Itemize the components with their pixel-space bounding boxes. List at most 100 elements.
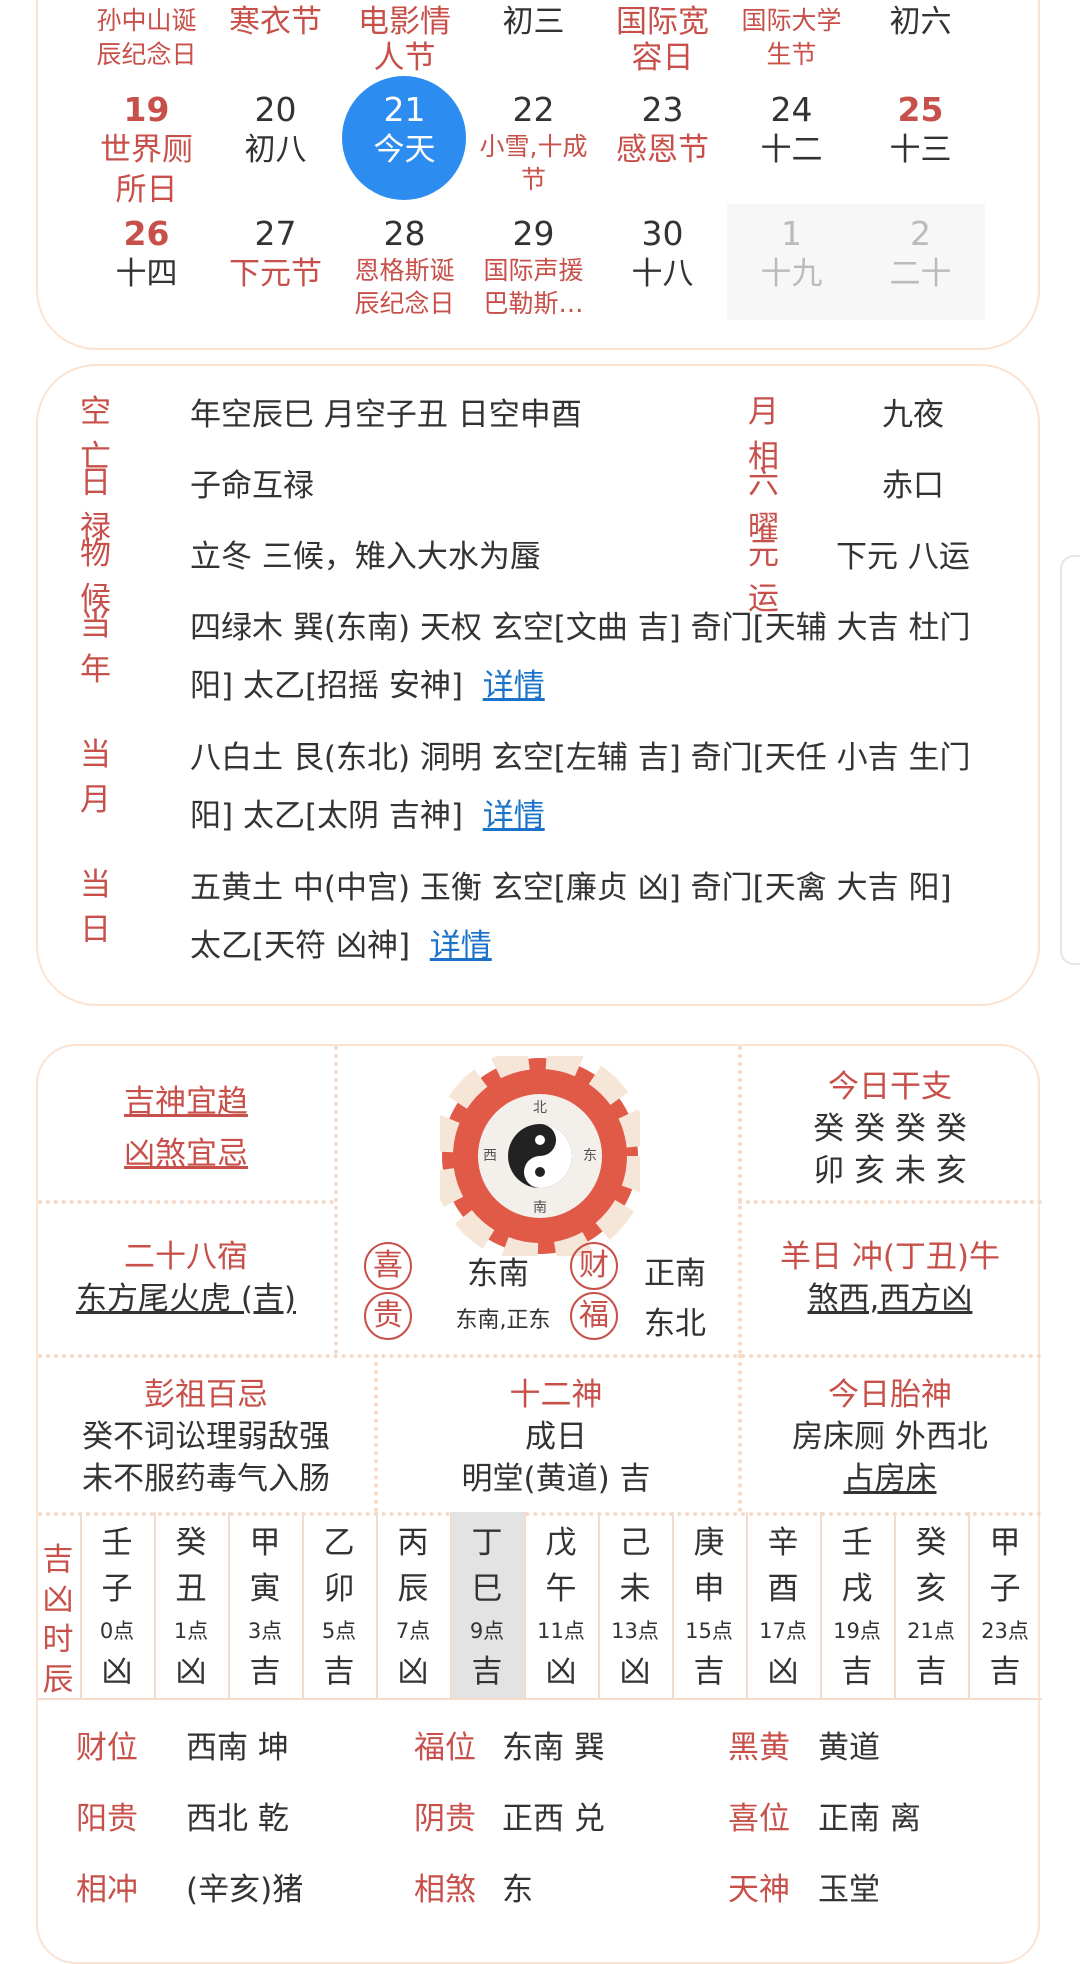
calendar-day-cell[interactable]: 初三	[469, 4, 598, 40]
shier-line1: 成日	[525, 1419, 587, 1455]
calendar-day-cell[interactable]: 1 十九	[727, 204, 856, 320]
hour-cell[interactable]: 丁巳 9点吉	[450, 1512, 524, 1698]
hour-time: 0点	[99, 1619, 135, 1643]
xiangsha-label: 相煞	[414, 1872, 476, 1908]
hour-luck: 吉	[915, 1654, 947, 1690]
calendar-day-lunar: 初八	[244, 132, 307, 168]
year-detail-link[interactable]: 详情	[483, 668, 545, 704]
calendar-day-cell[interactable]: 23 感恩节	[598, 80, 727, 196]
sha-value[interactable]: 煞西,西方凶	[738, 1278, 1042, 1320]
calendar-day-today[interactable]: 21 今天	[340, 76, 469, 200]
calendar-day-cell[interactable]: 2 二十	[856, 204, 985, 320]
hour-luck: 凶	[397, 1654, 429, 1690]
hour-time: 13点	[611, 1619, 659, 1643]
gui-seal-icon: 贵	[364, 1292, 412, 1340]
hour-luck: 凶	[175, 1654, 207, 1690]
fu-seal-icon: 福	[570, 1292, 618, 1340]
calendar-day-lunar: 十四	[115, 256, 178, 292]
hour-gan: 甲	[249, 1525, 281, 1561]
hour-luck: 凶	[619, 1654, 651, 1690]
hour-cell[interactable]: 甲子 23点吉	[968, 1512, 1042, 1698]
calendar-day-lunar: 感恩节	[616, 132, 709, 168]
year-value: 四绿木 巽(东南) 天权 玄空[文曲 吉] 奇门[天辅 大吉 杜门 阳] 太乙[招…	[190, 599, 1020, 715]
hour-cell[interactable]: 癸丑 1点凶	[154, 1512, 228, 1698]
hour-cell[interactable]: 壬子 0点凶	[80, 1512, 154, 1698]
calendar-day-lunar: 国际宽	[616, 4, 709, 40]
calendar-day-cell[interactable]: 29 国际声援 巴勒斯…	[469, 204, 598, 320]
calendar-day-lunar: 十三	[889, 132, 952, 168]
ganzhi-cell: 今日干支 癸 癸 癸 癸 卯 亥 未 亥	[738, 1066, 1042, 1192]
calendar-day-cell[interactable]: 25 十三	[856, 80, 985, 196]
calendar-day-cell[interactable]: 初六	[856, 4, 985, 40]
hour-luck: 凶	[101, 1654, 133, 1690]
hour-cell[interactable]: 甲寅 3点吉	[228, 1512, 302, 1698]
calendar-day-cell[interactable]: 26 十四	[82, 204, 211, 320]
hour-cell[interactable]: 乙卯 5点吉	[302, 1512, 376, 1698]
yuanyun-value: 下元 八运	[836, 539, 970, 575]
calendar-day-lunar: 生节	[766, 40, 817, 69]
hour-time: 3点	[247, 1619, 283, 1643]
day-label: 当日	[80, 867, 111, 948]
calendar-day-cell[interactable]: 电影情 人节	[340, 4, 469, 76]
hour-zhi: 丑	[175, 1571, 207, 1607]
calendar-day-cell[interactable]: 国际宽 容日	[598, 4, 727, 76]
calendar-day-cell[interactable]: 国际大学 生节	[727, 4, 856, 72]
hour-cell[interactable]: 戊午 11点凶	[524, 1512, 598, 1698]
calendar-day-lunar: 小雪,十成	[479, 132, 588, 161]
hour-cell[interactable]: 丙辰 7点凶	[376, 1512, 450, 1698]
hour-luck: 凶	[545, 1654, 577, 1690]
xiu-value[interactable]: 东方尾火虎 (吉)	[38, 1278, 334, 1320]
hour-cell[interactable]: 庚申 15点吉	[672, 1512, 746, 1698]
calendar-day-lunar: 国际声援	[483, 256, 584, 285]
calendar-day-lunar: 容日	[631, 40, 694, 76]
chongsha-cell: 羊日 冲(丁丑)牛 煞西,西方凶	[738, 1236, 1042, 1320]
heihuang-value: 黄道	[818, 1730, 880, 1766]
hours-label-char: 时	[42, 1622, 74, 1658]
hour-separator	[820, 1512, 822, 1698]
month-value-line2: 阳] 太乙[太阴 吉神]	[190, 798, 463, 834]
calendar-day-cell[interactable]: 寒衣节	[211, 4, 340, 40]
fu-direction: 东北	[644, 1306, 706, 1342]
calendar-day-cell[interactable]: 19 世界厕 所日	[82, 80, 211, 208]
calendar-day-cell[interactable]: 22 小雪,十成节	[469, 80, 598, 196]
hour-cell[interactable]: 癸亥 21点吉	[894, 1512, 968, 1698]
hour-time: 15点	[685, 1619, 733, 1643]
bagua-compass-icon[interactable]: 北 南 西 东	[431, 1047, 649, 1265]
calendar-day-number: 25	[897, 90, 944, 129]
svg-text:东: 东	[583, 1148, 597, 1164]
hour-gan: 壬	[101, 1525, 133, 1561]
shier-title: 十二神	[509, 1377, 603, 1413]
taishen-line2[interactable]: 占房床	[738, 1458, 1042, 1500]
hour-time: 21点	[907, 1619, 955, 1643]
hour-separator	[968, 1512, 970, 1698]
xiongsha-link[interactable]: 凶煞宜忌	[38, 1128, 334, 1180]
taishen-line1: 房床厕 外西北	[792, 1419, 988, 1455]
calendar-day-cell[interactable]: 20 初八	[211, 80, 340, 196]
calendar-day-cell[interactable]: 28 恩格斯诞 辰纪念日	[340, 204, 469, 320]
day-detail-link[interactable]: 详情	[430, 928, 492, 964]
calendar-day-cell[interactable]: 孙中山诞 辰纪念日	[82, 4, 211, 72]
hour-cell[interactable]: 壬戌 19点吉	[820, 1512, 894, 1698]
calendar-day-cell[interactable]: 30 十八	[598, 204, 727, 320]
hours-label-char: 辰	[42, 1662, 74, 1698]
jishen-link[interactable]: 吉神宜趋	[38, 1076, 334, 1128]
hour-gan: 壬	[841, 1525, 873, 1561]
calendar-day-lunar: 十九	[760, 256, 823, 292]
month-value-line1: 八白土 艮(东北) 洞明 玄空[左辅 吉] 奇门[天任 小吉 生门	[190, 740, 971, 776]
caiwei-label: 财位	[76, 1730, 138, 1766]
hour-cell[interactable]: 己未 13点凶	[598, 1512, 672, 1698]
hour-gan: 甲	[989, 1525, 1021, 1561]
hour-time: 9点	[469, 1619, 505, 1643]
xi-seal-icon: 喜	[364, 1242, 412, 1290]
hour-separator	[376, 1512, 378, 1698]
hour-separator	[672, 1512, 674, 1698]
svg-text:北: 北	[533, 1100, 547, 1116]
calendar-day-number: 19	[123, 90, 170, 129]
calendar-day-cell[interactable]: 24 十二	[727, 80, 856, 196]
scrollbar[interactable]	[1060, 555, 1080, 965]
calendar-day-cell[interactable]: 27 下元节	[211, 204, 340, 320]
month-detail-link[interactable]: 详情	[483, 798, 545, 834]
xiwei-label: 喜位	[728, 1801, 790, 1837]
hour-gan: 癸	[915, 1525, 947, 1561]
hour-cell[interactable]: 辛酉 17点凶	[746, 1512, 820, 1698]
